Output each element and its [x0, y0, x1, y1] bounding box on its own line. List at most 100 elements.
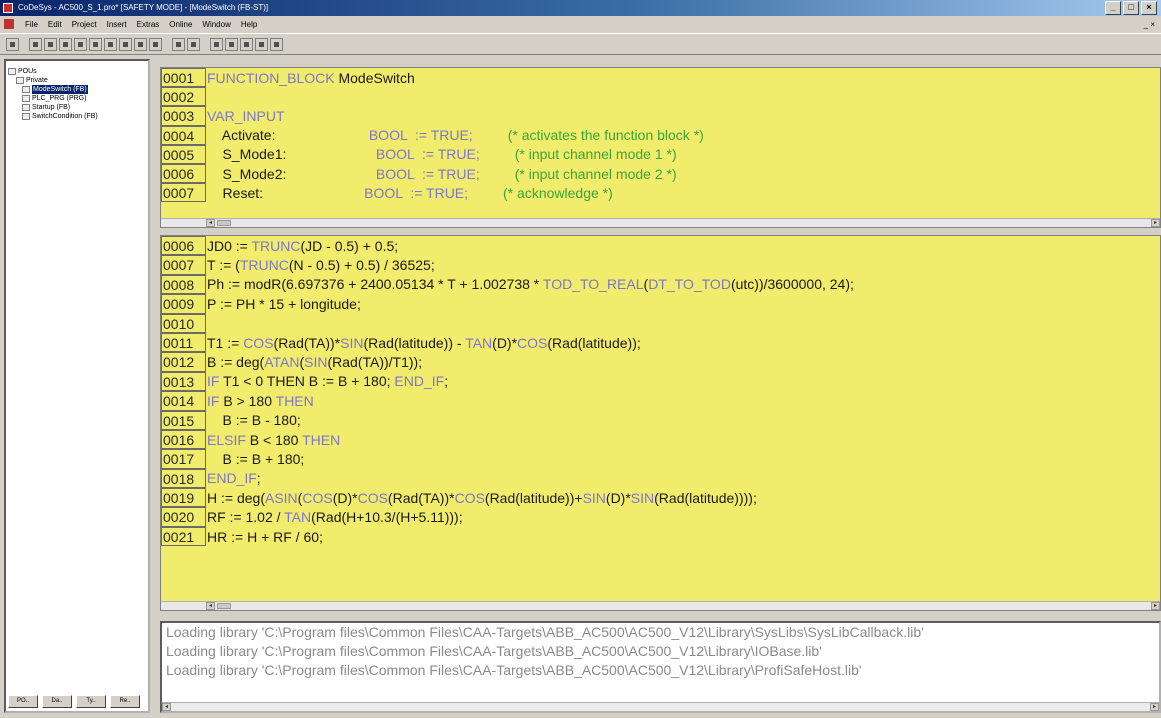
pou-icon [22, 113, 30, 120]
code-line[interactable]: 0012 B := deg(ATAN(SIN(Rad(TA))/T1)); [161, 352, 1160, 372]
cut-icon[interactable] [172, 37, 185, 51]
code-line[interactable]: 0008 Ph := modR(6.697376 + 2400.05134 * T… [161, 274, 1160, 295]
tree-item-modeswitch[interactable]: ModeSwitch (FB) [8, 85, 146, 94]
code-token: VAR_INPUT [207, 107, 285, 124]
code-line[interactable]: 0009 P := PH * 15 + longitude; [161, 294, 1160, 314]
maximize-button[interactable]: □ [1123, 1, 1139, 15]
scroll-thumb[interactable] [217, 220, 231, 226]
declaration-editor[interactable]: 0001 FUNCTION_BLOCK ModeSwitch 0002 0003 VAR… [160, 67, 1161, 228]
login-icon[interactable] [44, 37, 57, 51]
logout-icon[interactable] [59, 37, 72, 51]
horizontal-scrollbar[interactable]: ◂ ▸ [161, 218, 1160, 227]
organizer-tabs: PO.. Da.. Ty.. Re.. [8, 693, 146, 709]
code-line[interactable]: 0006 JD0 := TRUNC(JD - 0.5) + 0.5; [161, 236, 1160, 256]
code-line[interactable]: 0002 [161, 87, 1160, 107]
code-text: B := B + 180; [206, 450, 305, 468]
code-token: TRUNC [251, 237, 301, 254]
code-line[interactable]: 0013 IF T1 < 0 THEN B := B + 180; END_IF; [161, 371, 1160, 392]
menu-online[interactable]: Online [164, 17, 197, 32]
message-window[interactable]: Loading library 'C:\Program files\Common… [160, 621, 1161, 713]
step-in-icon[interactable] [119, 37, 132, 51]
horizontal-scrollbar[interactable]: ◂ ▸ [162, 702, 1159, 711]
window-title: CoDeSys - AC500_S_1.pro* [SAFETY MODE] -… [18, 3, 269, 12]
menu-file[interactable]: File [20, 17, 43, 32]
tab-data-types[interactable]: Da.. [42, 694, 72, 708]
scroll-right-icon[interactable]: ▸ [1151, 219, 1160, 227]
code-line[interactable]: 0017 B := B + 180; [161, 449, 1160, 469]
menu-extras[interactable]: Extras [132, 17, 165, 32]
code-line[interactable]: 0020 RF := 1.02 / TAN(Rad(H+10.3/(H+5.11)… [161, 507, 1160, 527]
paste-icon[interactable] [210, 37, 223, 51]
scroll-left-icon[interactable]: ◂ [162, 703, 171, 711]
build-icon[interactable] [29, 37, 42, 51]
run-icon[interactable] [74, 37, 87, 51]
code-line[interactable]: 0018 END_IF; [161, 468, 1160, 489]
tab-pous[interactable]: PO.. [8, 694, 38, 708]
tab-resources[interactable]: Re.. [110, 694, 140, 708]
code-line[interactable]: 0016 ELSIF B < 180 THEN [161, 429, 1160, 450]
minimize-button[interactable]: _ [1105, 1, 1121, 15]
document-icon[interactable] [4, 19, 14, 29]
tree-item-label: ModeSwitch (FB) [32, 85, 88, 94]
line-number: 0018 [161, 468, 206, 489]
find-next-icon[interactable] [240, 37, 253, 51]
code-line[interactable]: 0021 HR := H + RF / 60; [161, 526, 1160, 547]
breakpoint-icon[interactable] [134, 37, 147, 51]
folder-icon [16, 77, 24, 84]
copy-icon[interactable] [187, 37, 200, 51]
scroll-left-icon[interactable]: ◂ [206, 219, 215, 227]
code-token: JD0 := [207, 237, 252, 254]
code-token: (Rad(latitude)) - [363, 334, 466, 351]
code-text: END_IF; [206, 469, 261, 487]
code-line[interactable]: 0007 Reset: BOOL := TRUE; (* acknowledge… [161, 183, 1160, 203]
code-token: B > 180 [223, 392, 276, 409]
close-button[interactable]: × [1141, 1, 1157, 15]
code-line[interactable]: 0003 VAR_INPUT [161, 106, 1160, 126]
code-token: (* activates the function block *) [472, 127, 704, 144]
tree-item-switchcondition[interactable]: SwitchCondition (FB) [8, 112, 146, 121]
menu-insert[interactable]: Insert [102, 17, 132, 32]
code-editor[interactable]: 0006 JD0 := TRUNC(JD - 0.5) + 0.5; 0007 T :… [160, 235, 1161, 611]
input-assistant-icon[interactable] [270, 37, 283, 51]
horizontal-scrollbar[interactable]: ◂ ▸ [161, 601, 1160, 610]
tree-item-private[interactable]: Private [8, 76, 146, 85]
scroll-left-icon[interactable]: ◂ [206, 602, 215, 610]
menu-edit[interactable]: Edit [43, 17, 67, 32]
code-line[interactable]: 0011 T1 := COS(Rad(TA))*SIN(Rad(latitude)… [161, 332, 1160, 353]
save-icon[interactable] [6, 37, 19, 51]
find-icon[interactable] [225, 37, 238, 51]
menu-project[interactable]: Project [67, 17, 102, 32]
tree-item-plc-prg[interactable]: PLC_PRG (PRG) [8, 94, 146, 103]
line-number: 0007 [161, 255, 206, 275]
code-line[interactable]: 0019 H := deg(ASIN(COS(D)*COS(Rad(TA))*CO… [161, 488, 1160, 508]
line-number: 0015 [161, 410, 206, 430]
code-line[interactable]: 0006 S_Mode2: BOOL := TRUE; (* input cha… [161, 163, 1160, 184]
code-line[interactable]: 0007 T := (TRUNC(N - 0.5) + 0.5) / 36525; [161, 255, 1160, 275]
line-number: 0016 [161, 429, 206, 450]
code-text: IF B > 180 THEN [206, 392, 314, 410]
stop-icon[interactable] [89, 37, 102, 51]
scroll-right-icon[interactable]: ▸ [1151, 602, 1160, 610]
code-line[interactable]: 0001 FUNCTION_BLOCK ModeSwitch [161, 68, 1160, 88]
code-line[interactable]: 0005 S_Mode1: BOOL := TRUE; (* input cha… [161, 144, 1160, 164]
tree-item-pous[interactable]: POUs [8, 67, 146, 76]
code-line[interactable]: 0004 Activate: BOOL := TRUE; (* activate… [161, 125, 1160, 145]
code-token: HR := H + RF / 60; [207, 528, 323, 545]
code-line[interactable]: 0010 [161, 313, 1160, 333]
folder-icon [8, 68, 16, 75]
code-token: S_Mode2: [207, 165, 287, 182]
code-text: B := deg(ATAN(SIN(Rad(TA))/T1)); [206, 353, 422, 371]
line-number: 0019 [161, 488, 206, 508]
menu-help[interactable]: Help [236, 17, 262, 32]
write-values-icon[interactable] [149, 37, 162, 51]
code-line[interactable]: 0014 IF B > 180 THEN [161, 391, 1160, 411]
scroll-right-icon[interactable]: ▸ [1150, 703, 1159, 711]
code-line[interactable]: 0015 B := B - 180; [161, 410, 1160, 430]
tab-visualizations[interactable]: Ty.. [76, 694, 106, 708]
tree-item-startup[interactable]: Startup (FB) [8, 103, 146, 112]
step-over-icon[interactable] [104, 37, 117, 51]
scroll-thumb[interactable] [217, 603, 231, 609]
menu-window[interactable]: Window [197, 17, 235, 32]
mdi-window-controls[interactable]: _ × [1144, 17, 1155, 32]
replace-icon[interactable] [255, 37, 268, 51]
